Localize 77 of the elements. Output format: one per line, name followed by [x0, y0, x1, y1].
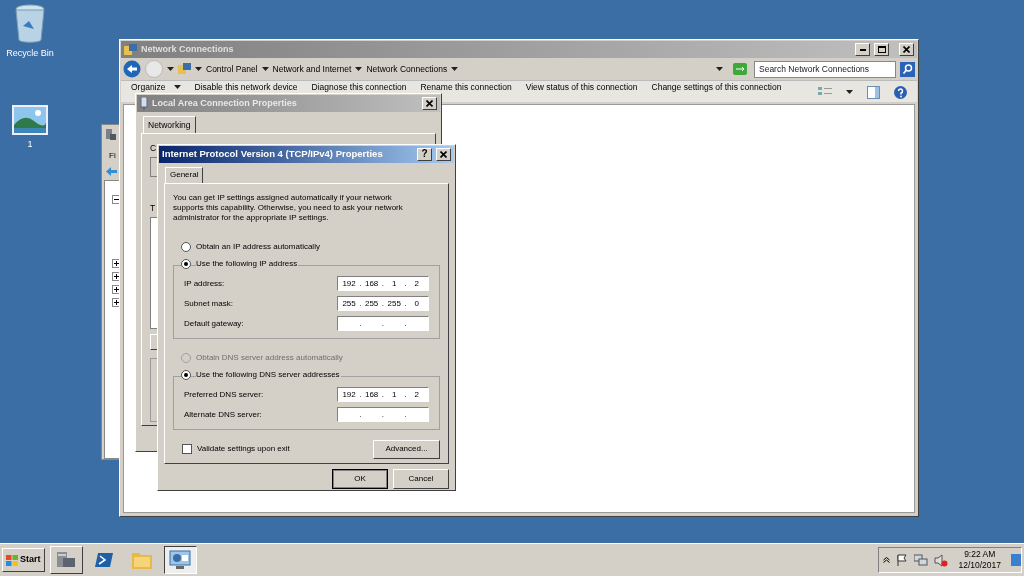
- clock-time[interactable]: 9:22 AM: [964, 549, 996, 560]
- desktop-icon-label: 1: [27, 137, 33, 151]
- ip-address-field[interactable]: . . .: [337, 316, 429, 332]
- radio-button[interactable]: [181, 258, 191, 269]
- help-icon[interactable]: [894, 85, 907, 99]
- search-field[interactable]: Search Network Connections: [754, 60, 896, 78]
- windows-logo-icon: [6, 554, 18, 566]
- dialog-title: Internet Protocol Version 4 (TCP/IPv4) Properties: [162, 147, 384, 162]
- ip-address-field[interactable]: 255 . 255 . 255 . 0: [337, 296, 429, 312]
- muted-speaker-icon[interactable]: [934, 553, 949, 567]
- network-window-icon: [168, 549, 192, 571]
- breadcrumb-item[interactable]: Network and Internet: [272, 62, 352, 76]
- caret-icon: [261, 67, 269, 71]
- caret-icon: [173, 85, 181, 89]
- toolbar-button[interactable]: Disable this network device: [194, 82, 298, 92]
- refresh-icon[interactable]: [733, 63, 747, 75]
- close-icon: [440, 150, 447, 158]
- intro-text: You can get IP settings assigned automatically if your network supports this capability. Otherwise, you need to ask your network administrator for the appropriate IP settings.: [173, 192, 404, 223]
- checkbox[interactable]: [182, 444, 192, 455]
- ip-address-field[interactable]: . . .: [337, 407, 429, 423]
- clock-date[interactable]: 12/10/2017: [958, 560, 1001, 571]
- caret-icon: [846, 90, 853, 94]
- radio-button[interactable]: [181, 369, 191, 380]
- maximize-button[interactable]: [874, 43, 889, 56]
- help-button[interactable]: ?: [417, 147, 432, 161]
- ip-address-field[interactable]: 192 . 168 . 1 . 2: [337, 276, 429, 292]
- search-icon[interactable]: [900, 61, 915, 77]
- recycle-bin-icon[interactable]: [13, 4, 47, 44]
- ip-address-field[interactable]: 192 . 168 . 1 . 2: [337, 387, 429, 403]
- field-label: T: [150, 201, 156, 215]
- window-title: Network Connections: [141, 42, 235, 56]
- close-icon: [903, 46, 910, 53]
- caret-icon: [195, 67, 202, 71]
- dialog-button[interactable]: OK: [332, 469, 388, 489]
- toolbar-button[interactable]: Diagnose this connection: [311, 82, 407, 92]
- field-label: Alternate DNS server:: [184, 408, 262, 421]
- toolbar-button[interactable]: Rename this connection: [420, 82, 512, 92]
- back-icon[interactable]: [123, 60, 141, 78]
- desktop-icon-label: Recycle Bin: [6, 47, 54, 60]
- tab[interactable]: General: [165, 166, 204, 183]
- start-button[interactable]: Start: [2, 548, 45, 572]
- minimize-icon: [859, 48, 866, 51]
- flag-icon[interactable]: [896, 554, 909, 566]
- close-button[interactable]: [422, 97, 437, 110]
- taskbar-button[interactable]: [163, 546, 197, 574]
- breadcrumb-item[interactable]: Control Panel: [206, 62, 258, 76]
- toolbar-button[interactable]: Change settings of this connection: [651, 82, 782, 92]
- chevron-up-icon[interactable]: [883, 557, 891, 563]
- toolbar-button[interactable]: Organize: [131, 82, 181, 92]
- breadcrumb-item[interactable]: Network Connections: [366, 62, 448, 76]
- minimize-button[interactable]: [855, 43, 870, 56]
- network-folder-icon: [124, 43, 137, 56]
- advanced-button[interactable]: Advanced...: [373, 439, 440, 459]
- toolbar-button[interactable]: View status of this connection: [525, 82, 638, 92]
- server-manager-icon: [105, 128, 117, 141]
- maximize-icon: [877, 46, 886, 53]
- field-label: IP address:: [184, 277, 225, 290]
- caret-icon: [355, 67, 363, 71]
- network-folder-icon: [178, 63, 191, 75]
- close-button[interactable]: [436, 147, 451, 161]
- checkbox-label: Validate settings upon exit: [197, 443, 290, 456]
- close-icon: [426, 100, 433, 107]
- field-label: Subnet mask:: [184, 297, 233, 310]
- dialog-title: Local Area Connection Properties: [152, 96, 298, 110]
- network-icon[interactable]: [914, 553, 929, 567]
- close-button[interactable]: [899, 43, 914, 56]
- field-label: Default gateway:: [184, 317, 244, 330]
- dialog-button[interactable]: Cancel: [393, 469, 449, 489]
- radio-button[interactable]: [181, 241, 191, 252]
- caret-icon: [716, 67, 723, 71]
- preview-pane-icon[interactable]: [867, 85, 880, 99]
- network-adapter-icon: [140, 97, 148, 110]
- field-label: Preferred DNS server:: [184, 388, 264, 401]
- caret-icon: [451, 67, 459, 71]
- caret-icon: [167, 67, 174, 71]
- field-label: C: [150, 142, 157, 155]
- tab[interactable]: Networking: [143, 116, 196, 133]
